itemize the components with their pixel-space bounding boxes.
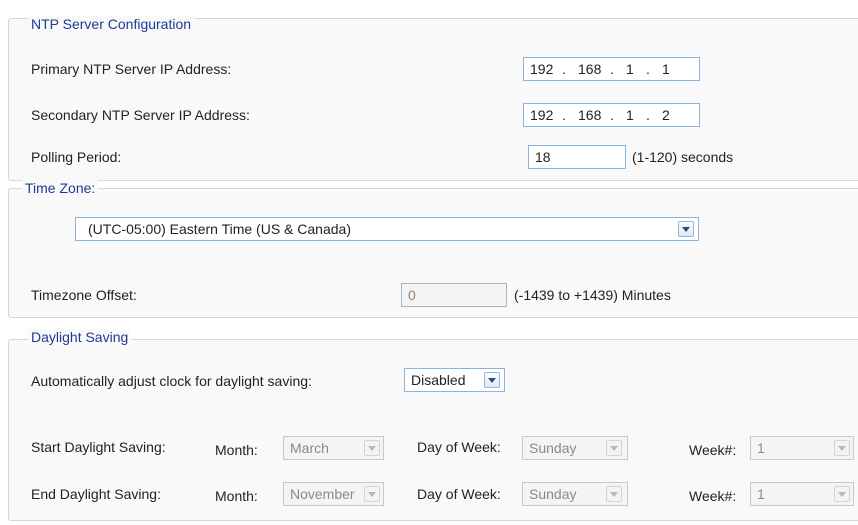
- end-dow-select[interactable]: Sunday: [522, 482, 628, 506]
- ip-dot: .: [562, 61, 566, 77]
- end-week-value: 1: [757, 486, 765, 502]
- polling-period-input[interactable]: 18: [528, 145, 626, 169]
- timezone-offset-hint: (-1439 to +1439) Minutes: [514, 287, 671, 303]
- ip-dot: .: [646, 107, 650, 123]
- auto-adjust-label: Automatically adjust clock for daylight …: [31, 373, 312, 389]
- end-month-label: Month:: [215, 488, 258, 504]
- chevron-down-icon[interactable]: [834, 440, 850, 456]
- ntp-legend: NTP Server Configuration: [28, 16, 195, 32]
- polling-period-hint: (1-120) seconds: [632, 149, 734, 165]
- chevron-down-icon[interactable]: [606, 486, 622, 502]
- start-dow-value: Sunday: [529, 440, 577, 456]
- start-month-value: March: [290, 440, 329, 456]
- primary-ntp-label: Primary NTP Server IP Address:: [31, 61, 232, 77]
- ip-octet: 192: [530, 61, 554, 77]
- auto-adjust-select[interactable]: Disabled: [404, 368, 505, 392]
- end-month-value: November: [290, 486, 355, 502]
- end-dow-label: Day of Week:: [417, 486, 501, 502]
- chevron-down-icon[interactable]: [834, 486, 850, 502]
- ip-octet: 2: [662, 107, 670, 123]
- daylight-saving-legend: Daylight Saving: [28, 329, 132, 345]
- timezone-legend: Time Zone:: [22, 180, 99, 196]
- secondary-ntp-ip-input[interactable]: 192. 168. 1. 2: [523, 103, 700, 127]
- start-month-select[interactable]: March: [283, 436, 384, 460]
- end-month-select[interactable]: November: [283, 482, 384, 506]
- ip-dot: .: [610, 107, 614, 123]
- chevron-down-icon[interactable]: [484, 372, 500, 388]
- start-month-label: Month:: [215, 442, 258, 458]
- ip-octet: 168: [578, 107, 602, 123]
- secondary-ntp-label: Secondary NTP Server IP Address:: [31, 107, 250, 123]
- ip-octet: 168: [578, 61, 602, 77]
- polling-period-label: Polling Period:: [31, 149, 122, 165]
- primary-ntp-ip-input[interactable]: 192. 168. 1. 1: [523, 57, 700, 81]
- end-week-label: Week#:: [689, 488, 737, 504]
- auto-adjust-value: Disabled: [411, 372, 466, 388]
- ip-octet: 1: [662, 61, 670, 77]
- chevron-down-icon[interactable]: [364, 440, 380, 456]
- ip-dot: .: [646, 61, 650, 77]
- timezone-offset-input[interactable]: 0: [401, 283, 507, 307]
- timezone-select[interactable]: (UTC-05:00) Eastern Time (US & Canada): [75, 217, 699, 241]
- chevron-down-icon[interactable]: [678, 221, 694, 237]
- timezone-selected-value: (UTC-05:00) Eastern Time (US & Canada): [88, 221, 351, 237]
- ip-octet: 1: [626, 61, 634, 77]
- timezone-offset-label: Timezone Offset:: [31, 287, 137, 303]
- ip-octet: 192: [530, 107, 554, 123]
- end-dow-value: Sunday: [529, 486, 577, 502]
- ip-dot: .: [610, 61, 614, 77]
- start-week-label: Week#:: [689, 442, 737, 458]
- chevron-down-icon[interactable]: [364, 486, 380, 502]
- chevron-down-icon[interactable]: [606, 440, 622, 456]
- start-dow-label: Day of Week:: [417, 439, 501, 455]
- end-week-select[interactable]: 1: [750, 482, 854, 506]
- start-dow-select[interactable]: Sunday: [522, 436, 628, 460]
- start-dst-label: Start Daylight Saving:: [31, 439, 166, 455]
- end-dst-label: End Daylight Saving:: [31, 486, 161, 502]
- start-week-select[interactable]: 1: [750, 436, 854, 460]
- ip-dot: .: [562, 107, 566, 123]
- start-week-value: 1: [757, 440, 765, 456]
- ip-octet: 1: [626, 107, 634, 123]
